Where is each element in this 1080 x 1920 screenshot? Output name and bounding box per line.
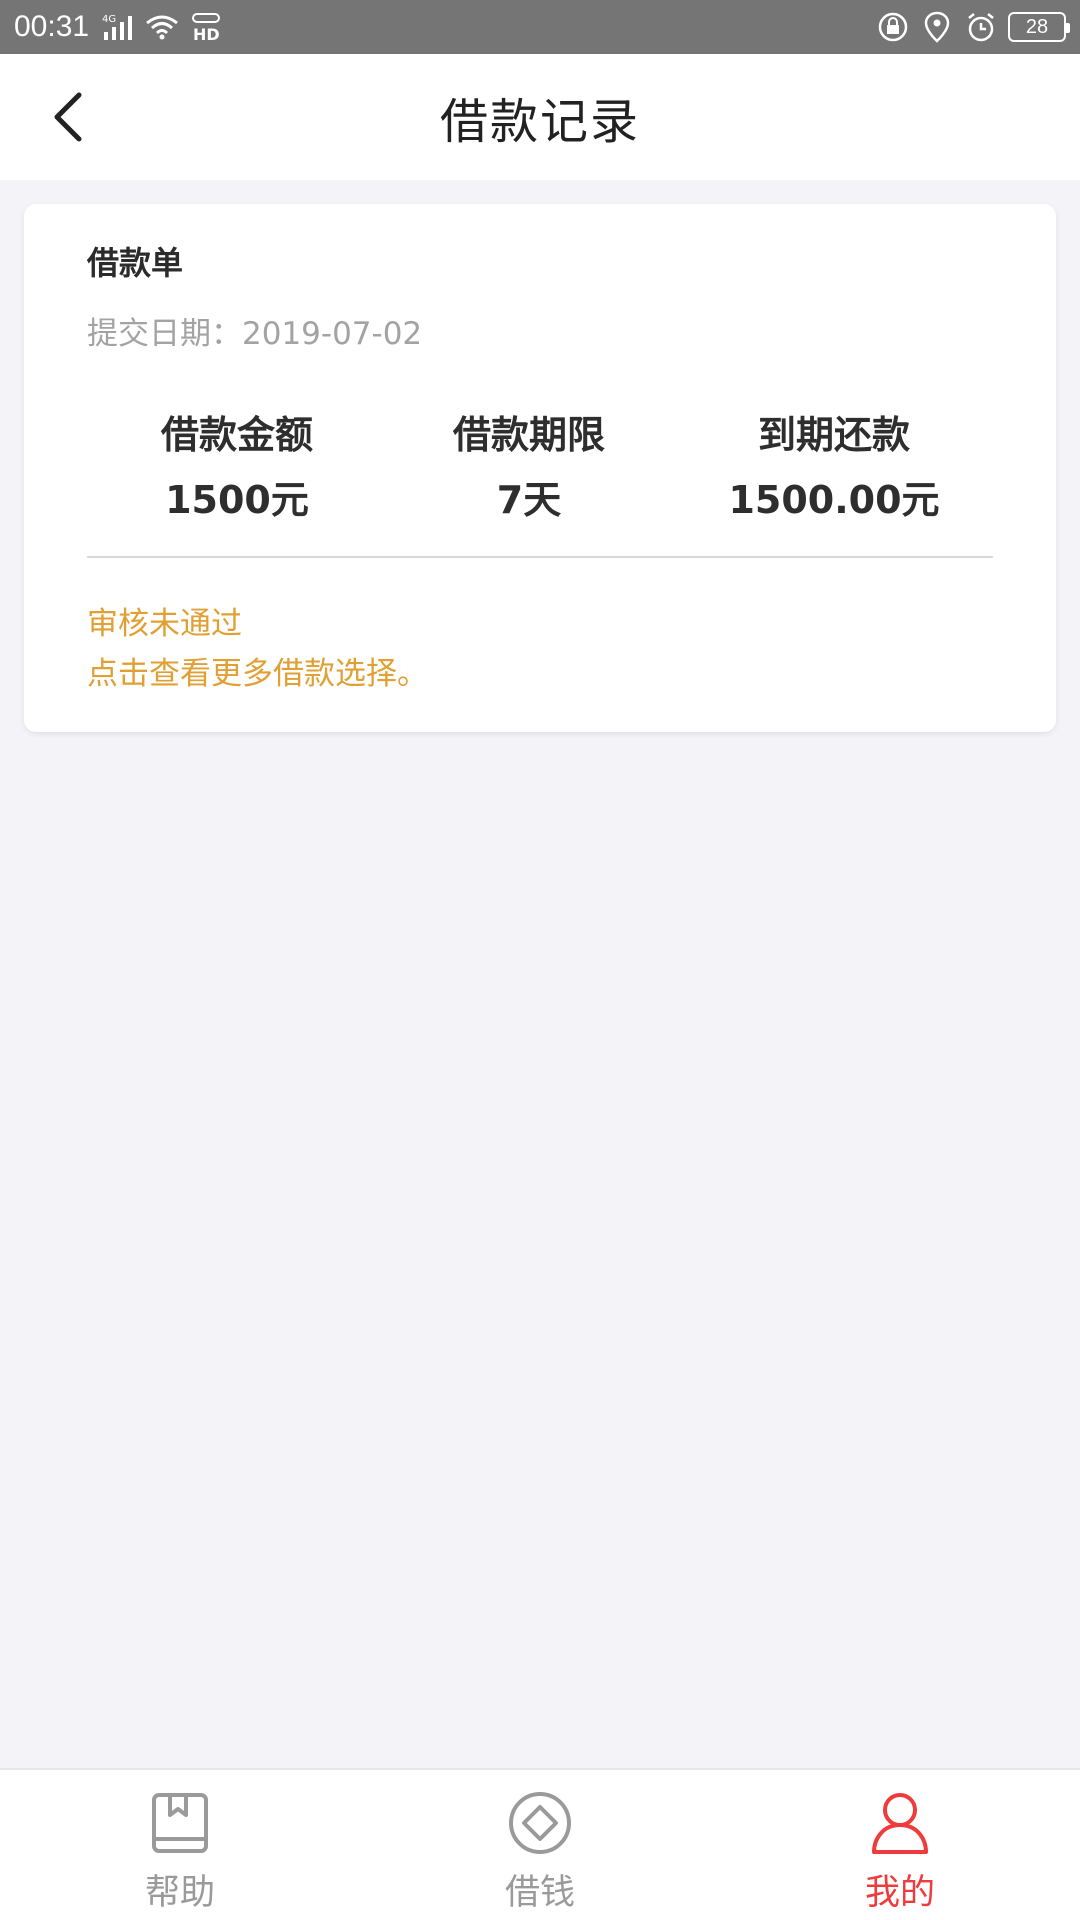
nav-item-help[interactable]: 帮助 <box>0 1770 360 1920</box>
status-time: 00:31 <box>14 10 90 43</box>
card-divider <box>87 556 993 558</box>
network-type-text: 4G <box>102 14 116 25</box>
submit-date: 提交日期：2019-07-02 <box>87 316 423 352</box>
review-status: 审核未通过 <box>87 606 242 642</box>
stat-value: 7天 <box>496 478 562 522</box>
nav-label: 我的 <box>864 1873 935 1913</box>
nav-item-borrow[interactable]: 借钱 <box>360 1770 720 1920</box>
bottom-nav: 帮助 借钱 我的 <box>0 1768 1080 1920</box>
more-loan-options-link[interactable]: 点击查看更多借款选择。 <box>87 648 428 693</box>
battery-level: 28 <box>1025 15 1049 38</box>
stat-loan-term: 借款期限 7天 <box>379 404 679 524</box>
alarm-icon <box>964 10 998 44</box>
stat-value: 1500元 <box>165 478 309 522</box>
stat-due-repayment: 到期还款 1500.00元 <box>684 404 984 524</box>
stat-label: 借款金额 <box>160 413 313 457</box>
card-title: 借款单 <box>87 244 184 282</box>
diamond-icon <box>505 1788 575 1858</box>
nav-label: 帮助 <box>144 1873 215 1913</box>
battery-icon: 28 <box>1008 12 1070 42</box>
nav-label: 借钱 <box>504 1873 575 1913</box>
signal-icon: 4G <box>101 10 135 44</box>
stat-loan-amount: 借款金额 1500元 <box>87 404 387 524</box>
header: 借款记录 <box>0 54 1080 180</box>
wifi-icon <box>145 10 179 44</box>
stat-label: 借款期限 <box>452 413 605 457</box>
stat-label: 到期还款 <box>757 413 910 457</box>
hd-text: HD <box>193 25 220 42</box>
stat-value: 1500.00元 <box>728 478 940 522</box>
status-right-icons: 28 <box>876 10 1070 44</box>
status-left-icons: 4G HD <box>101 10 223 44</box>
page-title: 借款记录 <box>439 94 640 150</box>
status-bar: 00:31 4G HD 28 <box>0 0 1080 54</box>
location-icon <box>920 10 954 44</box>
book-icon <box>145 1788 215 1858</box>
user-icon <box>865 1788 935 1858</box>
loan-stats: 借款金额 1500元 借款期限 7天 到期还款 1500.00元 <box>87 404 993 524</box>
back-button[interactable] <box>30 80 104 154</box>
chevron-left-icon <box>54 92 82 142</box>
nav-item-mine[interactable]: 我的 <box>720 1770 1080 1920</box>
hd-icon: HD <box>189 10 223 44</box>
lock-icon <box>876 10 910 44</box>
loan-record-card[interactable]: 借款单 提交日期：2019-07-02 借款金额 1500元 借款期限 7天 到… <box>24 204 1056 732</box>
